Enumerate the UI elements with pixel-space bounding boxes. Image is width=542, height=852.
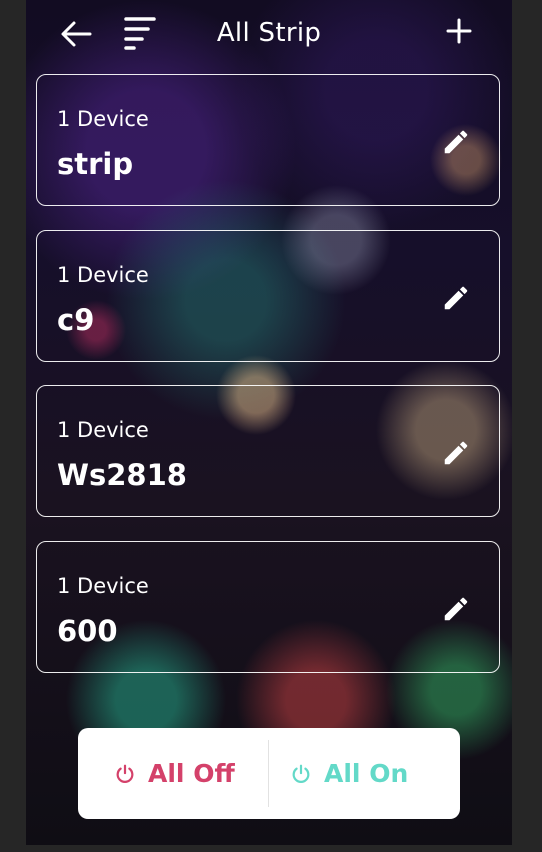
pencil-icon <box>444 441 468 465</box>
device-count: 1 Device <box>57 574 149 598</box>
power-icon <box>116 764 134 783</box>
pencil-icon <box>444 597 468 621</box>
edit-button[interactable] <box>441 283 471 313</box>
all-on-label: All On <box>324 759 409 788</box>
device-count: 1 Device <box>57 107 149 131</box>
all-off-label: All Off <box>148 759 235 788</box>
power-control-bar: All Off All On <box>78 728 460 819</box>
group-name: c9 <box>57 303 95 337</box>
group-card[interactable]: 1 Device 600 <box>36 541 500 673</box>
group-card[interactable]: 1 Device c9 <box>36 230 500 362</box>
group-name: Ws2818 <box>57 458 187 492</box>
divider <box>268 740 269 807</box>
app-screen: All Strip 1 Device strip 1 Device c9 1 D… <box>26 0 512 845</box>
device-count: 1 Device <box>57 418 149 442</box>
page-title: All Strip <box>216 18 322 48</box>
plus-icon <box>446 18 472 44</box>
top-bar: All Strip <box>26 0 512 70</box>
power-icon <box>292 764 310 783</box>
group-card[interactable]: 1 Device Ws2818 <box>36 385 500 517</box>
edit-button[interactable] <box>441 127 471 157</box>
edit-button[interactable] <box>441 438 471 468</box>
pencil-icon <box>444 130 468 154</box>
all-on-button[interactable]: All On <box>290 728 408 819</box>
group-name: strip <box>57 147 134 181</box>
all-off-button[interactable]: All Off <box>114 728 235 819</box>
group-card[interactable]: 1 Device strip <box>36 74 500 206</box>
pencil-icon <box>444 286 468 310</box>
edit-button[interactable] <box>441 594 471 624</box>
group-name: 600 <box>57 614 118 648</box>
device-count: 1 Device <box>57 263 149 287</box>
add-button[interactable] <box>444 16 474 46</box>
